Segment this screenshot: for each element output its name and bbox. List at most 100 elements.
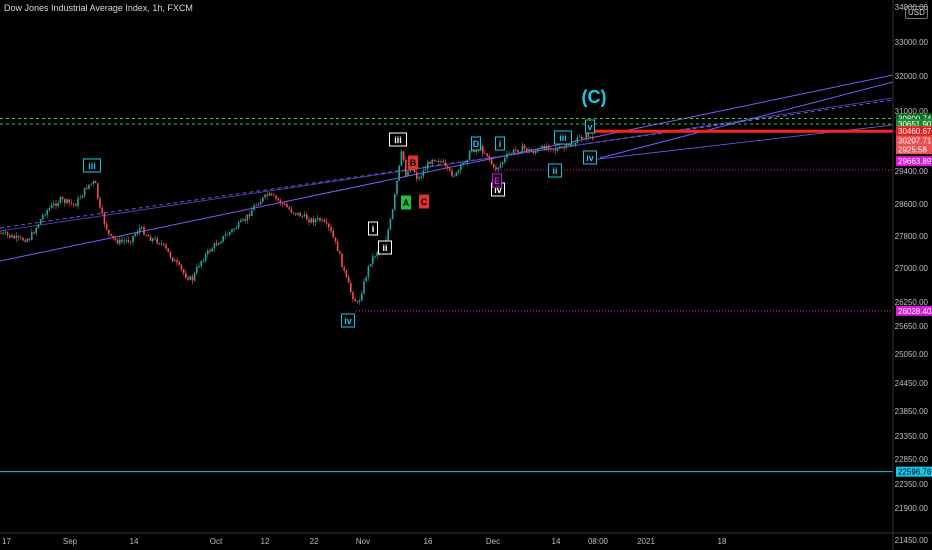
x-tick-label: 16 xyxy=(424,537,433,546)
candle-body xyxy=(466,159,469,163)
candle-body xyxy=(240,220,242,223)
candle-body xyxy=(11,235,13,238)
candle-body xyxy=(191,276,194,281)
candle-body xyxy=(559,146,561,149)
candle-body xyxy=(66,199,68,204)
candle-body xyxy=(297,212,299,215)
candle-body xyxy=(193,272,196,281)
candle-body xyxy=(59,197,62,203)
candle-body xyxy=(418,177,420,179)
candle-body xyxy=(389,219,392,230)
candle-body xyxy=(112,235,114,239)
candle-body xyxy=(235,227,238,230)
candle-body xyxy=(33,232,35,234)
candle-body xyxy=(310,218,312,223)
candle-body xyxy=(57,202,59,207)
candle-body xyxy=(482,146,484,154)
candle-body xyxy=(321,219,323,221)
candle-body xyxy=(187,277,189,280)
candle-body xyxy=(301,216,304,217)
candle-body xyxy=(440,161,442,163)
candle-body xyxy=(473,150,475,153)
candle-body xyxy=(367,266,370,278)
x-tick-label: 2021 xyxy=(637,537,655,546)
x-tick-label: Oct xyxy=(210,537,223,546)
wave-degree-label: (C) xyxy=(582,87,607,107)
candle-body xyxy=(90,183,92,185)
candle-body xyxy=(402,151,405,161)
candle-body xyxy=(244,219,246,221)
price-chart[interactable]: 30800.7430651.9030460.6730207.712925:582… xyxy=(0,0,932,550)
channel-upper xyxy=(599,81,894,159)
candle-body xyxy=(585,133,587,139)
candle-body xyxy=(134,234,136,237)
candle-body xyxy=(171,257,174,262)
candle-body xyxy=(361,293,363,301)
candle-body xyxy=(552,149,554,151)
candle-body xyxy=(35,227,37,234)
candle-body xyxy=(394,194,396,210)
candle-body xyxy=(286,204,288,208)
y-tick-label: 25050.00 xyxy=(895,350,929,359)
candle-body xyxy=(237,222,240,228)
price-tag-label: 30460.67 xyxy=(898,127,932,136)
candle-body xyxy=(517,149,519,153)
candle-body xyxy=(292,212,295,214)
candle-body xyxy=(281,203,284,204)
candle-body xyxy=(488,155,491,159)
trend-channel xyxy=(0,74,894,262)
candle-body xyxy=(400,151,403,166)
candle-body xyxy=(53,203,55,206)
candle-body xyxy=(48,208,51,211)
candle-body xyxy=(433,159,436,162)
candle-body xyxy=(24,240,26,242)
channel-base xyxy=(0,97,894,232)
y-tick-label: 22850.00 xyxy=(895,455,929,464)
y-tick-label: 31000.00 xyxy=(895,107,929,116)
candle-body xyxy=(407,171,409,176)
x-tick-label: Dec xyxy=(486,537,500,546)
wave-label: i xyxy=(372,224,375,234)
candle-body xyxy=(262,197,264,202)
candle-body xyxy=(108,229,110,234)
candle-body xyxy=(486,153,488,156)
candle-body xyxy=(2,232,4,234)
candle-body xyxy=(446,165,449,169)
candle-body xyxy=(264,194,266,198)
candle-body xyxy=(253,205,255,211)
candle-body xyxy=(123,240,125,242)
candle-body xyxy=(299,212,301,217)
x-tick-label: Nov xyxy=(356,537,370,546)
candle-body xyxy=(94,181,97,184)
candle-body xyxy=(339,251,341,254)
candle-body xyxy=(303,214,306,217)
candle-body xyxy=(178,262,180,265)
candle-body xyxy=(202,260,205,262)
candle-body xyxy=(548,145,550,149)
candle-body xyxy=(534,151,537,154)
y-tick-label: 29400.00 xyxy=(895,167,929,176)
candle-body xyxy=(156,238,158,244)
candle-body xyxy=(451,170,453,176)
candle-body xyxy=(248,214,251,217)
candle-body xyxy=(306,214,308,220)
candle-body xyxy=(211,248,213,252)
candle-body xyxy=(13,235,15,239)
wave-label: C xyxy=(421,197,428,207)
wave-label: iv xyxy=(344,316,352,326)
candle-body xyxy=(136,232,139,235)
candle-body xyxy=(449,168,451,171)
candle-body xyxy=(515,149,517,151)
candle-body xyxy=(132,236,134,242)
candle-body xyxy=(341,253,343,268)
candle-body xyxy=(336,241,339,252)
x-tick-label: Sep xyxy=(63,537,78,546)
candle-body xyxy=(523,145,526,149)
candle-body xyxy=(180,264,183,270)
candle-body xyxy=(424,168,427,171)
candle-body xyxy=(556,148,559,151)
wave-label: E xyxy=(494,176,500,186)
candle-body xyxy=(0,233,2,234)
time-axis: 17 Sep 14 Oct 12 22 Nov 16 Dec 14 08:00 2021 18 xyxy=(0,532,932,546)
candle-body xyxy=(169,251,172,258)
